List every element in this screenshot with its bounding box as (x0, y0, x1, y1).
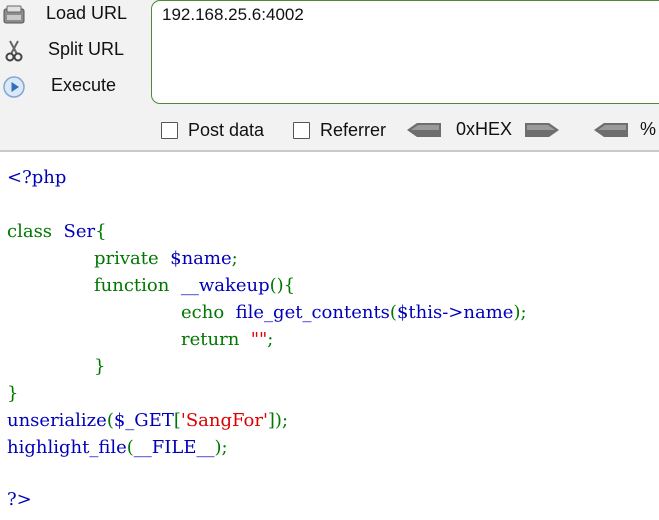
file-constant: __FILE__ (133, 437, 215, 458)
load-url-button[interactable]: Load URL (0, 0, 150, 30)
code-line-class: class Ser{ (7, 220, 107, 244)
split-url-button[interactable]: Split URL (0, 36, 150, 66)
scissors-icon (2, 39, 26, 63)
private-keyword: private (94, 248, 159, 269)
play-icon (2, 75, 26, 99)
echo-paren-open: ( (389, 302, 397, 323)
sangfor-key: 'SangFor' (180, 410, 268, 431)
empty-string: "" (250, 329, 268, 350)
code-line-close-tag: ?> (7, 488, 32, 512)
class-brace-close: } (7, 383, 19, 404)
referrer-label: Referrer (320, 119, 387, 140)
url-textarea[interactable]: 192.168.25.6:4002 (151, 0, 659, 104)
hex-encode-right-arrow-icon[interactable] (523, 122, 559, 143)
referrer-checkbox[interactable] (293, 121, 310, 139)
property-semicolon: ; (231, 248, 238, 269)
code-line-property: private $name; (94, 247, 238, 271)
referrer-toggle[interactable]: Referrer (293, 119, 386, 141)
method-brace-close: } (94, 356, 106, 377)
get-var: $_GET (113, 410, 174, 431)
hex-label: 0xHEX (456, 119, 513, 139)
bracket-close: ]); (267, 410, 289, 431)
unserialize-paren-open: ( (106, 410, 114, 431)
bracket-open: [ (173, 410, 181, 431)
post-data-checkbox[interactable] (161, 121, 178, 139)
hackbar-toolbar: Load URL Split URL Execute 192.168.25.6:… (0, 0, 659, 152)
url-value: 192.168.25.6:4002 (162, 5, 304, 24)
unserialize-call: unserialize (7, 410, 107, 431)
highlight-file-call: highlight_file (7, 437, 127, 458)
highlighted-source: <?php class Ser{ private $name; function… (0, 152, 659, 520)
php-close-tag: ?> (7, 489, 32, 510)
code-line-unserialize: unserialize($_GET['SangFor']); (7, 409, 288, 433)
class-brace-open: { (95, 221, 107, 242)
echo-keyword: echo (181, 302, 225, 323)
code-line-echo: echo file_get_contents($this->name); (181, 301, 527, 325)
code-line-open-tag: <?php (7, 166, 66, 190)
class-keyword: class (7, 221, 53, 242)
code-line-method-close: } (94, 355, 105, 379)
execute-label: Execute (51, 75, 117, 95)
method-paren-brace: (){ (269, 275, 296, 296)
code-line-highlight: highlight_file(__FILE__); (7, 436, 228, 460)
code-line-return: return ""; (181, 328, 273, 352)
property-name: $name (170, 248, 232, 269)
execute-button[interactable]: Execute (0, 72, 150, 102)
echo-paren-close: ); (513, 302, 527, 323)
code-line-function: function __wakeup(){ (94, 274, 295, 298)
split-url-label: Split URL (48, 39, 125, 59)
return-semicolon: ; (267, 329, 274, 350)
class-name: Ser (63, 221, 96, 242)
code-line-class-close: } (7, 382, 18, 406)
percent-label: % (640, 119, 657, 139)
load-url-icon (2, 3, 26, 27)
method-name: __wakeup (180, 275, 270, 296)
function-keyword: function (94, 275, 170, 296)
php-open-tag: <?php (7, 167, 67, 188)
post-data-label: Post data (188, 119, 265, 140)
this-name: $this->name (396, 302, 514, 323)
load-url-label: Load URL (46, 3, 128, 23)
post-data-toggle[interactable]: Post data (161, 119, 264, 141)
return-keyword: return (181, 329, 240, 350)
url-decode-left-arrow-icon[interactable] (594, 122, 630, 143)
highlight-paren-open: ( (126, 437, 134, 458)
hex-decode-left-arrow-icon[interactable] (407, 122, 443, 143)
highlight-paren-close: ); (214, 437, 228, 458)
file-get-contents-call: file_get_contents (235, 302, 390, 323)
